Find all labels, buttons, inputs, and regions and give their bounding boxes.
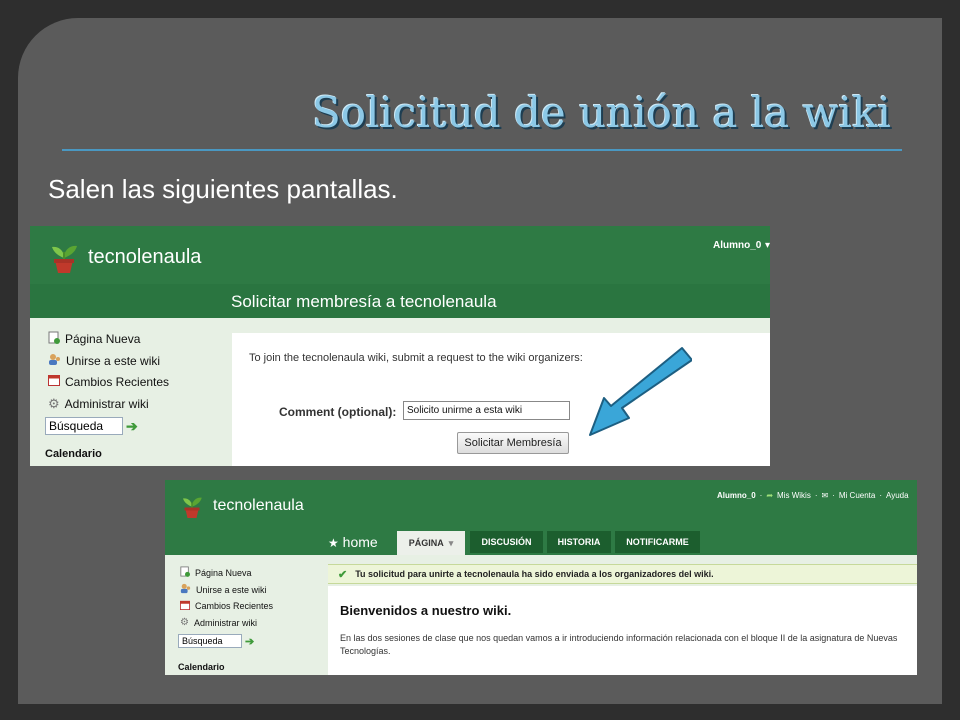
tab-discussion[interactable]: DISCUSIÓN xyxy=(470,531,543,553)
comment-label: Comment (optional): xyxy=(279,405,397,419)
sidebar-item-join-wiki[interactable]: Unirse a este wiki xyxy=(180,583,267,596)
request-form-panel: To join the tecnolenaula wiki, submit a … xyxy=(232,333,770,466)
slide-title: Solicitud de unión a la wiki xyxy=(312,88,891,137)
sidebar-item-recent-changes[interactable]: Cambios Recientes xyxy=(180,600,273,612)
separator: · xyxy=(879,491,883,500)
request-membership-button[interactable]: Solicitar Membresía xyxy=(457,432,569,454)
sidebar-item-label: Cambios Recientes xyxy=(195,601,274,611)
user-menu-chevron-icon[interactable]: ▾ xyxy=(765,240,770,251)
chevron-down-icon[interactable]: · xyxy=(760,491,763,500)
search-go-arrow-icon[interactable]: ➔ xyxy=(126,418,138,435)
calendar-icon xyxy=(180,600,190,612)
tab-history[interactable]: HISTORIA xyxy=(547,531,611,553)
home-label: home xyxy=(342,534,378,550)
sidebar-item-join-wiki[interactable]: Unirse a este wiki xyxy=(48,353,160,369)
slide-subtitle: Salen las siguientes pantallas. xyxy=(48,174,398,204)
blue-pointer-arrow-icon xyxy=(582,343,693,443)
star-icon: ★ xyxy=(328,536,339,550)
plant-logo-icon xyxy=(48,240,80,279)
sidebar-item-label: Página Nueva xyxy=(65,332,141,346)
home-link[interactable]: ★ home xyxy=(328,534,378,550)
gear-icon: ⚙ xyxy=(180,617,189,628)
calendar-heading: Calendario xyxy=(45,448,102,460)
help-link[interactable]: Ayuda xyxy=(886,491,909,500)
tab-page[interactable]: PÁGINA ▾ xyxy=(397,531,465,555)
join-users-icon xyxy=(180,583,191,596)
sidebar-item-admin-wiki[interactable]: ⚙ Administrar wiki xyxy=(180,617,257,628)
wiki-home-screenshot: tecnolenaula Alumno_0 · ➦ Mis Wikis · ✉ … xyxy=(165,480,917,675)
sidebar: Página Nueva Unirse a este wiki Cambios … xyxy=(30,318,230,466)
success-notice: ✔ Tu solicitud para unirte a tecnolenaul… xyxy=(328,564,917,584)
wikis-icon: ➦ xyxy=(766,491,774,500)
sidebar-item-recent-changes[interactable]: Cambios Recientes xyxy=(48,374,169,389)
search-input[interactable] xyxy=(178,634,242,648)
page-heading-bar: Solicitar membresía a tecnolenaula xyxy=(30,284,770,318)
search-go-arrow-icon[interactable]: ➔ xyxy=(245,635,254,648)
form-intro: To join the tecnolenaula wiki, submit a … xyxy=(249,352,583,364)
sidebar-search: ➔ xyxy=(45,417,138,435)
wiki-content-panel: Bienvenidos a nuestro wiki. En las dos s… xyxy=(328,586,917,675)
tab-notify[interactable]: NOTIFICARME xyxy=(615,531,700,553)
join-users-icon xyxy=(48,353,61,369)
sidebar-item-new-page[interactable]: Página Nueva xyxy=(48,331,140,347)
calendar-heading: Calendario xyxy=(178,662,225,672)
new-page-icon xyxy=(48,331,60,347)
sidebar-item-label: Página Nueva xyxy=(195,567,252,578)
comment-input[interactable] xyxy=(403,401,570,420)
my-account-link[interactable]: Mi Cuenta xyxy=(839,491,875,500)
sidebar-item-label: Unirse a este wiki xyxy=(196,584,267,595)
welcome-heading: Bienvenidos a nuestro wiki. xyxy=(340,603,512,618)
sidebar-item-admin-wiki[interactable]: ⚙ Administrar wiki xyxy=(48,396,149,412)
sidebar: Página Nueva Unirse a este wiki Cambios … xyxy=(165,555,325,675)
site-name[interactable]: tecnolenaula xyxy=(213,497,304,515)
mail-icon: ✉ xyxy=(821,491,829,500)
gear-icon: ⚙ xyxy=(48,396,60,411)
title-divider xyxy=(62,149,902,151)
membership-request-screenshot: tecnolenaula Alumno_0 ▾ Solicitar membre… xyxy=(30,226,770,466)
sidebar-item-label: Unirse a este wiki xyxy=(66,354,161,368)
calendar-icon xyxy=(48,374,60,389)
username-link[interactable]: Alumno_0 xyxy=(717,491,756,500)
chevron-down-icon[interactable]: · xyxy=(832,491,835,500)
page-heading: Solicitar membresía a tecnolenaula xyxy=(231,292,497,311)
tab-label: PÁGINA xyxy=(408,538,444,548)
sidebar-search: ➔ xyxy=(178,634,254,648)
notice-text: Tu solicitud para unirte a tecnolenaula … xyxy=(355,569,714,579)
plant-logo-icon xyxy=(180,493,204,524)
sidebar-item-label: Administrar wiki xyxy=(64,397,149,411)
sidebar-item-label: Administrar wiki xyxy=(193,617,257,628)
chevron-down-icon: ▾ xyxy=(448,537,454,548)
new-page-icon xyxy=(180,566,190,579)
intro-paragraph: En las dos sesiones de clase que nos que… xyxy=(340,633,898,656)
sidebar-item-label: Cambios Recientes xyxy=(65,374,170,389)
check-icon: ✔ xyxy=(338,568,348,581)
user-links: Alumno_0 · ➦ Mis Wikis · ✉ · Mi Cuenta ·… xyxy=(717,491,909,500)
my-wikis-link[interactable]: Mis Wikis xyxy=(777,491,811,500)
sidebar-item-new-page[interactable]: Página Nueva xyxy=(180,566,252,579)
username-link[interactable]: Alumno_0 xyxy=(713,240,761,251)
site-header: tecnolenaula Alumno_0 · ➦ Mis Wikis · ✉ … xyxy=(165,480,917,555)
chevron-down-icon[interactable]: · xyxy=(815,491,818,500)
search-input[interactable] xyxy=(45,417,123,435)
site-name[interactable]: tecnolenaula xyxy=(88,246,201,269)
